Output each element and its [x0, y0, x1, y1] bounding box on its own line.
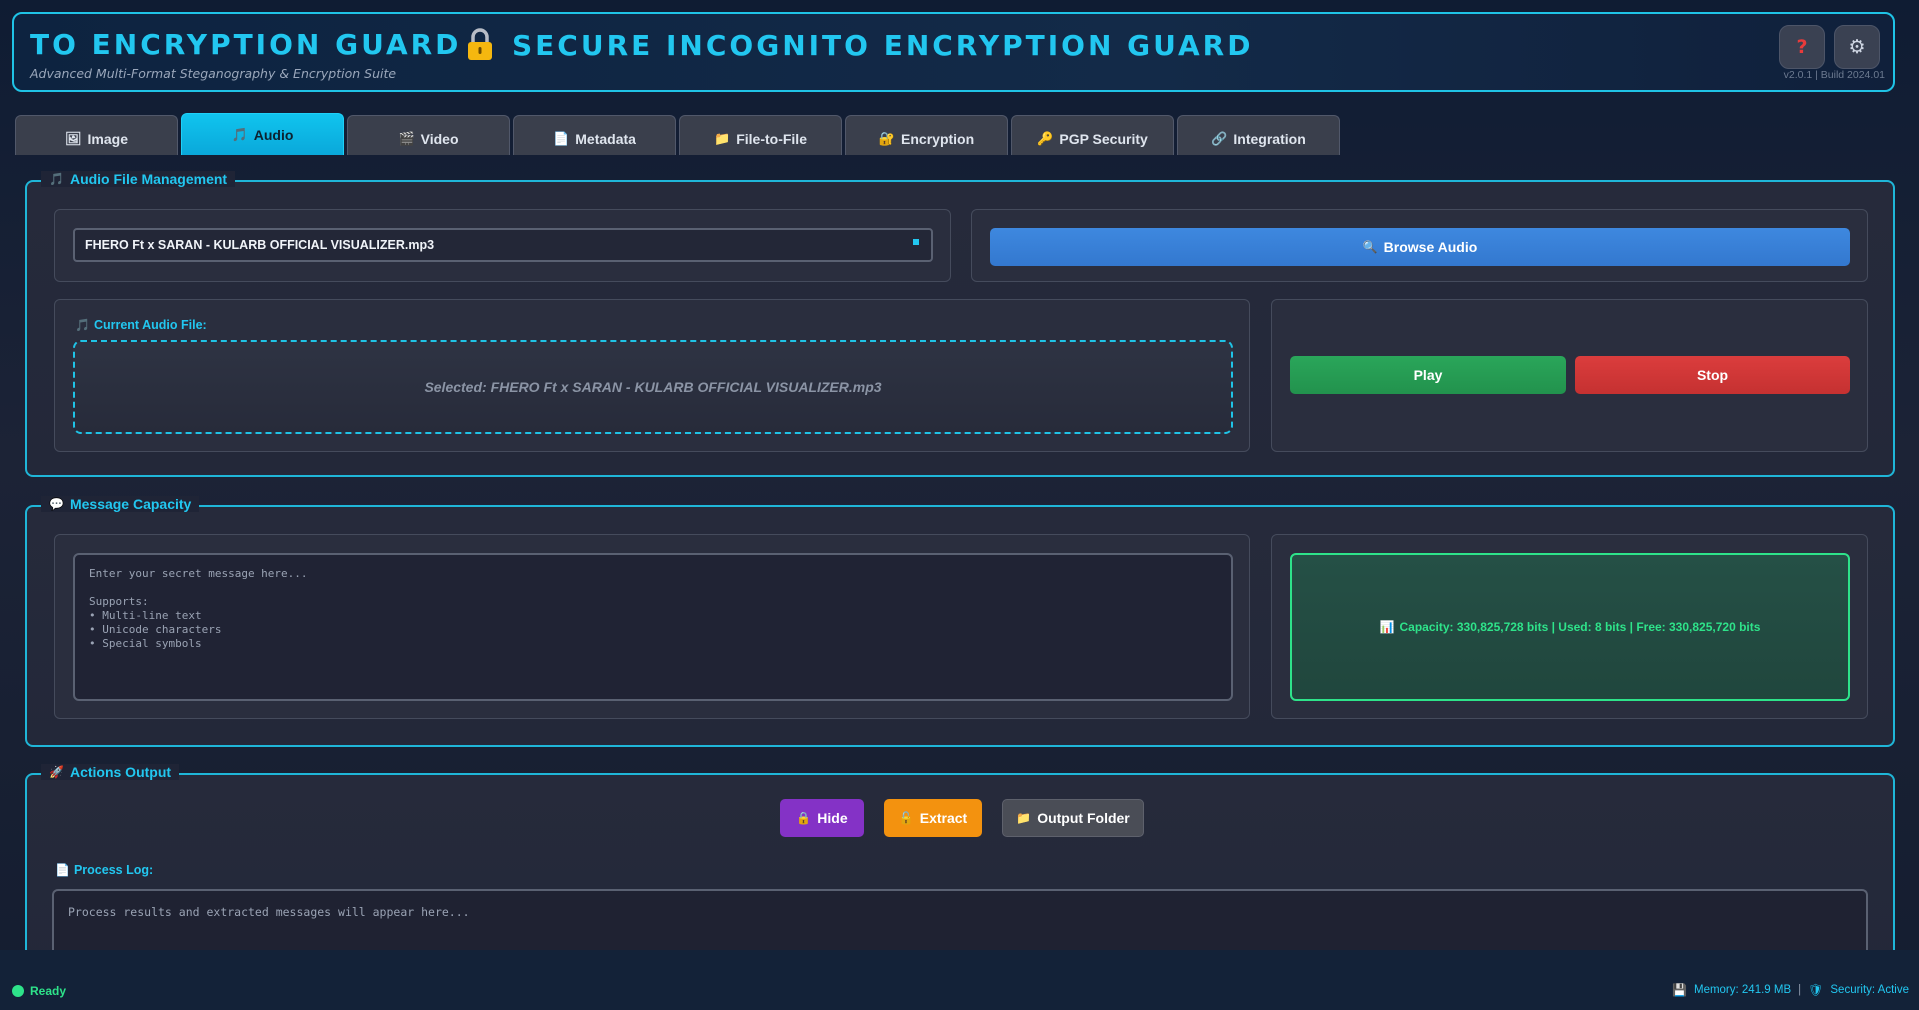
- browse-card: 🔍 Browse Audio: [971, 209, 1868, 282]
- browse-label: Browse Audio: [1383, 239, 1478, 255]
- brand-subtitle: Advanced Multi-Format Steganography & En…: [30, 66, 397, 81]
- shield-icon: 🛡: [1808, 983, 1824, 997]
- process-log-text: Process Log:: [73, 863, 154, 877]
- current-audio-text: Current Audio File:: [93, 318, 207, 332]
- speech-bubble-icon: 💬: [49, 497, 64, 511]
- play-label: Play: [1413, 367, 1443, 383]
- memory-usage: Memory: 241.9 MB: [1693, 984, 1792, 996]
- panel-title: Audio File Management: [69, 171, 228, 187]
- panel-title: Message Capacity: [69, 496, 192, 512]
- panel-title: Actions Output: [69, 764, 172, 780]
- clapperboard-icon: 🎬: [398, 130, 415, 146]
- hide-label: Hide: [817, 810, 848, 826]
- music-note-icon: 🎵: [231, 126, 248, 142]
- image-icon: 🖼: [65, 130, 82, 146]
- current-audio-label: 🎵 Current Audio File:: [75, 318, 207, 332]
- audio-drop-zone[interactable]: Selected: FHERO Ft x SARAN - KULARB OFFI…: [73, 340, 1233, 434]
- brand-block: TO ENCRYPTION GUARD Advanced Multi-Forma…: [30, 28, 461, 81]
- folder-icon: 📁: [714, 130, 731, 146]
- folder-icon: 📁: [1016, 811, 1032, 825]
- settings-button[interactable]: ⚙: [1834, 25, 1880, 69]
- secret-message-textarea[interactable]: Enter your secret message here... Suppor…: [73, 553, 1233, 701]
- status-separator: |: [1798, 984, 1802, 996]
- rocket-icon: 🚀: [49, 765, 64, 779]
- bar-chart-icon: 📊: [1379, 620, 1395, 634]
- document-icon: 📄: [553, 130, 570, 146]
- hide-button[interactable]: 🔒 Hide: [780, 799, 864, 837]
- file-path-card: FHERO Ft x SARAN - KULARB OFFICIAL VISUA…: [54, 209, 951, 282]
- process-log-label: 📄 Process Log:: [55, 863, 153, 877]
- tab-image[interactable]: 🖼 Image: [15, 115, 178, 155]
- file-path-value: FHERO Ft x SARAN - KULARB OFFICIAL VISUA…: [85, 238, 435, 252]
- lock-icon: 🔒: [796, 811, 812, 825]
- play-button[interactable]: Play: [1290, 356, 1566, 394]
- lock-icon: [466, 28, 494, 62]
- link-icon: 🔗: [1211, 130, 1228, 146]
- search-icon: 🔍: [1362, 240, 1378, 254]
- output-folder-label: Output Folder: [1037, 810, 1130, 826]
- capacity-display: 📊 Capacity: 330,825,728 bits | Used: 8 b…: [1290, 553, 1850, 701]
- panel-legend: 💬 Message Capacity: [41, 496, 200, 512]
- stop-button[interactable]: Stop: [1575, 356, 1850, 394]
- browse-audio-button[interactable]: 🔍 Browse Audio: [990, 228, 1850, 266]
- tab-video[interactable]: 🎬 Video: [347, 115, 510, 155]
- lock-key-icon: 🔐: [878, 130, 896, 146]
- message-capacity-panel: 💬 Message Capacity Enter your secret mes…: [25, 496, 1895, 747]
- version-label: v2.0.1 | Build 2024.01: [1783, 69, 1885, 81]
- key-icon: 🔑: [1037, 130, 1054, 146]
- status-text: Ready: [30, 984, 67, 998]
- tab-encryption[interactable]: 🔐 Encryption: [845, 115, 1008, 155]
- gear-icon: ⚙: [1848, 36, 1866, 58]
- help-icon: ?: [1796, 36, 1808, 58]
- file-indicator: [913, 239, 919, 245]
- app-header: TO ENCRYPTION GUARD Advanced Multi-Forma…: [12, 12, 1895, 92]
- capacity-card: 📊 Capacity: 330,825,728 bits | Used: 8 b…: [1271, 534, 1868, 719]
- actions-output-panel: 🚀 Actions Output 🔒 Hide 🔓 Extract 📁 Outp…: [25, 764, 1895, 973]
- status-info: 💾 Memory: 241.9 MB | 🛡 Security: Active: [1672, 984, 1909, 996]
- tab-label: Metadata: [575, 130, 636, 147]
- output-folder-button[interactable]: 📁 Output Folder: [1002, 799, 1144, 837]
- tab-label: Image: [87, 130, 128, 147]
- tab-label: Encryption: [901, 130, 975, 147]
- capacity-text: Capacity: 330,825,728 bits | Used: 8 bit…: [1399, 620, 1761, 634]
- audio-file-path-field[interactable]: FHERO Ft x SARAN - KULARB OFFICIAL VISUA…: [73, 228, 933, 262]
- brand-title-left: TO ENCRYPTION GUARD: [30, 28, 462, 61]
- status-bar: Ready 💾 Memory: 241.9 MB | 🛡 Security: A…: [0, 950, 1919, 1010]
- tab-integration[interactable]: 🔗 Integration: [1177, 115, 1340, 155]
- extract-label: Extract: [919, 810, 968, 826]
- selected-file-text: Selected: FHERO Ft x SARAN - KULARB OFFI…: [424, 379, 882, 395]
- tab-label: Audio: [253, 126, 294, 143]
- process-log-textarea[interactable]: Process results and extracted messages w…: [52, 889, 1868, 955]
- document-icon: 📄: [55, 863, 70, 877]
- music-note-icon: 🎵: [49, 172, 64, 186]
- tab-audio[interactable]: 🎵 Audio: [181, 113, 344, 155]
- tab-pgp-security[interactable]: 🔑 PGP Security: [1011, 115, 1174, 155]
- audio-file-panel: 🎵 Audio File Management FHERO Ft x SARAN…: [25, 171, 1895, 477]
- floppy-disk-icon: 💾: [1672, 983, 1687, 997]
- security-status: Security: Active: [1830, 984, 1909, 996]
- tab-label: PGP Security: [1059, 130, 1148, 147]
- panel-legend: 🎵 Audio File Management: [41, 171, 236, 187]
- help-button[interactable]: ?: [1779, 25, 1825, 69]
- tab-metadata[interactable]: 📄 Metadata: [513, 115, 676, 155]
- unlock-icon: 🔓: [898, 811, 914, 825]
- tab-file-to-file[interactable]: 📁 File-to-File: [679, 115, 842, 155]
- tab-label: Video: [420, 130, 459, 147]
- message-card: Enter your secret message here... Suppor…: [54, 534, 1250, 719]
- app-title: SECURE INCOGNITO ENCRYPTION GUARD: [512, 28, 1254, 62]
- tab-label: File-to-File: [736, 130, 807, 147]
- stop-label: Stop: [1696, 367, 1729, 383]
- playback-card: Play Stop: [1271, 299, 1868, 452]
- current-audio-card: 🎵 Current Audio File: Selected: FHERO Ft…: [54, 299, 1250, 452]
- brand-center: SECURE INCOGNITO ENCRYPTION GUARD: [466, 28, 1253, 62]
- status-ready: Ready: [12, 984, 66, 998]
- extract-button[interactable]: 🔓 Extract: [884, 799, 982, 837]
- tab-label: Integration: [1233, 130, 1306, 147]
- tab-bar: 🖼 Image 🎵 Audio 🎬 Video 📄 Metadata 📁 Fil…: [15, 113, 1340, 155]
- status-dot-icon: [12, 985, 24, 997]
- music-note-icon: 🎵: [75, 318, 90, 332]
- panel-legend: 🚀 Actions Output: [41, 764, 180, 780]
